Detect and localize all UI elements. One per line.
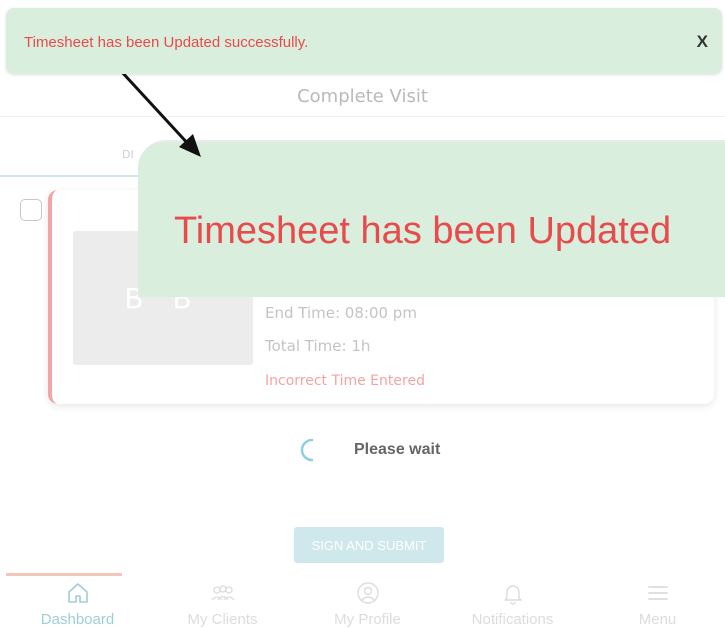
- nav-label-my-profile: My Profile: [334, 611, 401, 628]
- end-time: End Time: 08:00 pm: [265, 304, 417, 322]
- loading-text: Please wait: [354, 441, 441, 458]
- nav-label-dashboard: Dashboard: [40, 611, 115, 628]
- nav-label-my-clients: My Clients: [187, 611, 258, 628]
- menu-icon: [647, 586, 668, 600]
- success-toast: Timesheet has been Updated successfully.…: [6, 8, 722, 74]
- toast-message: Timesheet has been Updated successfully.: [24, 34, 309, 51]
- home-icon: [67, 583, 88, 603]
- loading-spinner-icon: [300, 438, 314, 462]
- sign-and-submit-button[interactable]: SIGN AND SUBMIT: [294, 527, 444, 563]
- nav-item-my-profile[interactable]: My Profile: [295, 581, 440, 628]
- total-time: Total Time: 1h: [265, 337, 371, 355]
- nav-item-menu[interactable]: Menu: [585, 581, 725, 628]
- page-title: Complete Visit: [297, 86, 428, 107]
- bell-icon: [503, 585, 522, 605]
- bottom-nav: Dashboard My Clients My Profile Notifica…: [0, 573, 725, 628]
- zoom-callout-text: Timesheet has been Updated: [174, 210, 672, 252]
- nav-label-notifications: Notifications: [471, 611, 554, 628]
- toast-close-button[interactable]: X: [697, 32, 708, 52]
- nav-active-indicator: [6, 573, 122, 576]
- tab-underline: [0, 175, 140, 177]
- nav-item-dashboard[interactable]: Dashboard: [5, 581, 150, 628]
- time-warning: Incorrect Time Entered: [265, 373, 425, 389]
- profile-icon: [356, 582, 379, 604]
- clients-icon: [211, 585, 234, 601]
- page-divider: [0, 116, 725, 117]
- tab-label-peek: DI: [122, 148, 134, 161]
- nav-label-menu: Menu: [638, 611, 677, 628]
- zoom-callout: Timesheet has been Updated: [138, 140, 725, 297]
- nav-item-my-clients[interactable]: My Clients: [150, 581, 295, 628]
- nav-item-notifications[interactable]: Notifications: [440, 581, 585, 628]
- visit-checkbox[interactable]: [20, 199, 42, 221]
